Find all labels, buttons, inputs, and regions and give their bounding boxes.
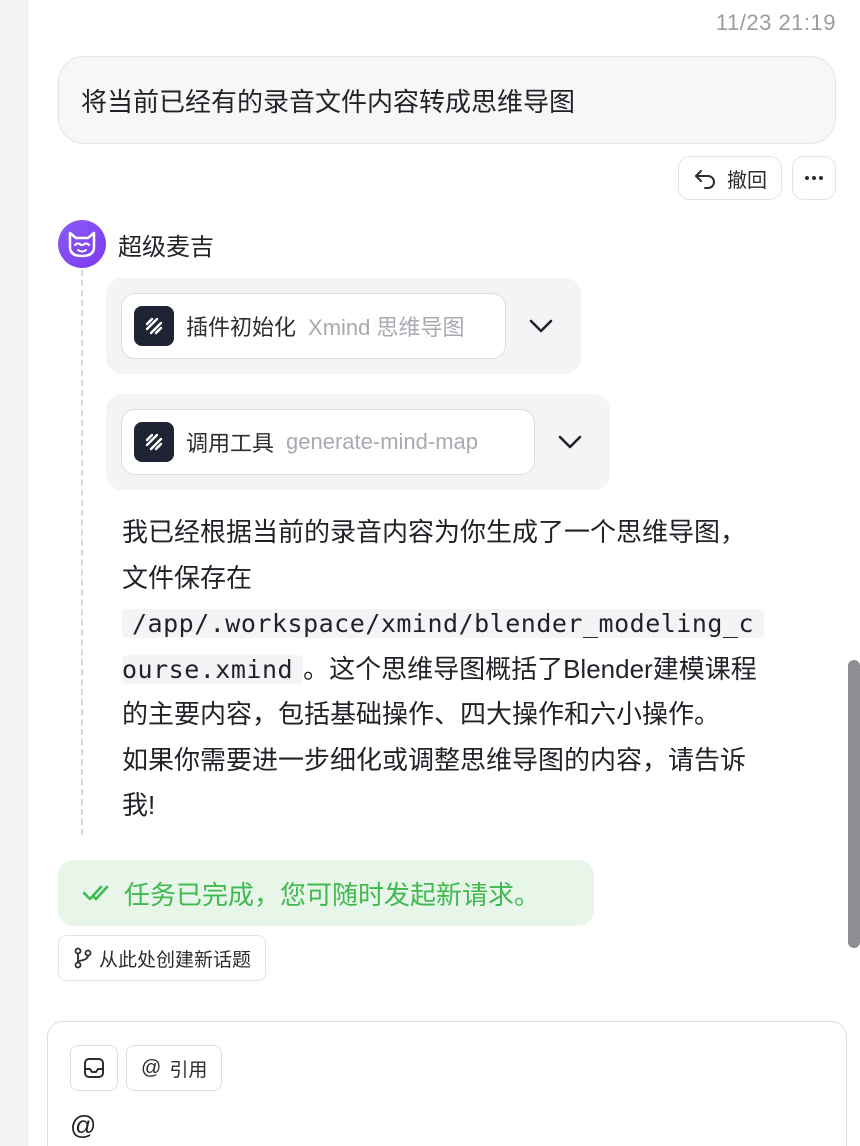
bot-reply: 我已经根据当前的录音内容为你生成了一个思维导图， 文件保存在 /app/.wor… (122, 510, 822, 829)
tool-call-subtitle: generate-mind-map (286, 429, 478, 454)
mention-button[interactable]: @ 引用 (126, 1045, 223, 1091)
mention-label: 引用 (169, 1059, 208, 1081)
tool-call-subtitle: Xmind 思维导图 (308, 315, 465, 340)
reply-line: 文件保存在 (122, 562, 253, 593)
double-check-icon (82, 885, 109, 901)
user-message-text: 将当前已经有的录音文件内容转成思维导图 (81, 86, 576, 117)
at-icon: @ (141, 1056, 162, 1079)
tool-call-card: 调用工具 generate-mind-map (106, 394, 610, 490)
chevron-down-icon (558, 435, 582, 449)
tool-call-title: 调用工具 (186, 431, 275, 456)
xmind-plugin-icon (134, 422, 174, 462)
expand-button[interactable] (557, 434, 583, 450)
left-rail (0, 0, 28, 1146)
chat-input-panel: @ 引用 @ (47, 1021, 847, 1146)
reply-line: 如果你需要进一步细化或调整思维导图的内容，请告诉 (122, 744, 747, 775)
bot-name: 超级麦吉 (118, 233, 214, 261)
undo-label: 撤回 (727, 169, 767, 192)
xmind-plugin-icon (134, 306, 174, 346)
reply-line: 我! (122, 790, 156, 820)
chat-input-field[interactable]: @ (70, 1110, 96, 1141)
reply-line: 的主要内容，包括基础操作、四大操作和六小操作。 (122, 699, 721, 729)
inbox-button[interactable] (70, 1045, 118, 1091)
tool-call-card: 插件初始化 Xmind 思维导图 (106, 278, 581, 374)
branch-icon (74, 947, 92, 969)
chevron-down-icon (529, 319, 553, 333)
more-icon (805, 176, 823, 180)
file-path-code: ourse.xmind (122, 654, 304, 684)
undo-button[interactable]: 撤回 (678, 156, 782, 200)
task-complete-banner: 任务已完成，您可随时发起新请求。 (58, 860, 594, 926)
scrollbar-thumb[interactable] (848, 660, 860, 948)
more-button[interactable] (792, 156, 836, 200)
reply-line: 我已经根据当前的录音内容为你生成了一个思维导图， (122, 517, 747, 547)
user-message-bubble: 将当前已经有的录音文件内容转成思维导图 (58, 56, 836, 144)
input-toolbar: @ 引用 (70, 1045, 223, 1091)
expand-button[interactable] (528, 318, 554, 334)
new-topic-label: 从此处创建新话题 (99, 949, 252, 971)
new-topic-button[interactable]: 从此处创建新话题 (58, 935, 267, 981)
file-path-code: /app/.workspace/xmind/blender_modeling_c (122, 609, 765, 638)
tool-call-title: 插件初始化 (186, 315, 297, 340)
bot-header: 超级麦吉 (58, 220, 214, 268)
message-actions: 撤回 (678, 156, 836, 200)
bot-avatar-icon (58, 220, 106, 268)
status-text: 任务已完成，您可随时发起新请求。 (124, 879, 541, 910)
undo-icon (695, 170, 715, 189)
inbox-icon (84, 1058, 104, 1078)
tool-call-pill[interactable]: 调用工具 generate-mind-map (121, 409, 535, 475)
message-timestamp: 11/23 21:19 (715, 10, 836, 35)
tool-call-pill[interactable]: 插件初始化 Xmind 思维导图 (121, 293, 506, 359)
thread-line (81, 270, 83, 835)
reply-line: 。这个思维导图概括了Blender建模课程 (303, 653, 757, 684)
